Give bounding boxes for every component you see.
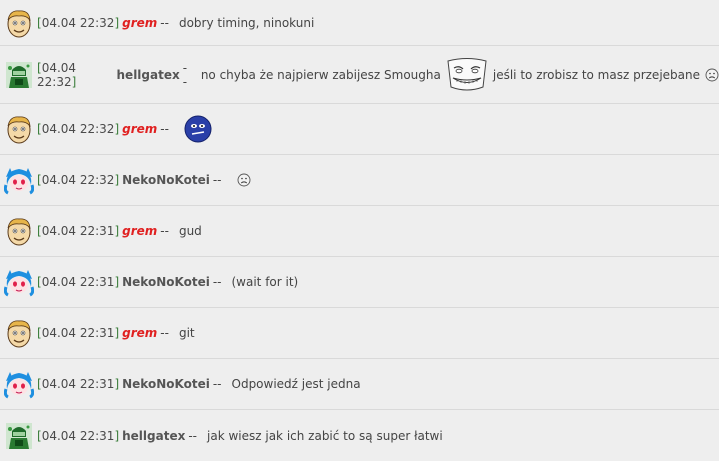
separator: -- <box>212 275 222 289</box>
separator: -- <box>212 173 222 187</box>
timestamp: [04.04 22:31] <box>37 275 120 289</box>
chat-message: [04.04 22:32] grem -- dobry timing, nino… <box>0 0 719 46</box>
avatar[interactable] <box>4 216 34 246</box>
avatar[interactable] <box>4 267 34 297</box>
username[interactable]: NekoNoKotei <box>122 275 210 289</box>
timestamp: [04.04 22:31] <box>37 377 120 391</box>
message-text: no chyba że najpierw zabijesz Smougha je… <box>201 57 719 93</box>
timestamp: [04.04 22:32] <box>37 122 120 136</box>
sad-face-icon <box>237 173 251 187</box>
timestamp: [04.04 22:31] <box>37 428 120 443</box>
avatar[interactable] <box>4 421 34 451</box>
avatar[interactable] <box>4 60 34 90</box>
separator: -- <box>160 224 169 238</box>
username[interactable]: grem <box>122 16 157 30</box>
username[interactable]: hellgatex <box>122 429 185 443</box>
blue-ball-emoticon-icon <box>183 114 213 144</box>
chat-message: [04.04 22:32] grem -- <box>0 104 719 155</box>
chat-message: [04.04 22:31] grem -- gud <box>0 206 719 257</box>
sad-face-icon <box>705 68 719 82</box>
message-text: Odpowiedź jest jedna <box>231 377 361 391</box>
troll-face-icon <box>445 57 489 93</box>
avatar[interactable] <box>4 8 34 38</box>
chat-message: [04.04 22:31] grem -- git <box>0 308 719 359</box>
chat-message: [04.04 22:32] hellgatex -- no chyba że n… <box>0 46 719 104</box>
chat-log: [04.04 22:32] grem -- dobry timing, nino… <box>0 0 719 461</box>
username[interactable]: grem <box>122 224 157 238</box>
separator: -- <box>188 428 198 443</box>
message-text: jak wiesz jak ich zabić to są super łatw… <box>207 428 443 443</box>
separator: -- <box>212 377 222 391</box>
timestamp: [04.04 22:31] <box>37 224 120 238</box>
avatar[interactable] <box>4 369 34 399</box>
message-text: git <box>178 326 195 340</box>
message-text: dobry timing, ninokuni <box>178 15 315 30</box>
message-text <box>232 173 251 187</box>
message-text <box>179 114 213 144</box>
username[interactable]: grem <box>122 122 157 136</box>
chat-message: [04.04 22:32] NekoNoKotei -- <box>0 155 719 206</box>
chat-message: [04.04 22:31] hellgatex -- jak wiesz jak… <box>0 410 719 461</box>
timestamp: [04.04 22:31] <box>37 326 120 340</box>
timestamp: [04.04 22:32] <box>37 60 77 89</box>
separator: -- <box>160 15 169 30</box>
username[interactable]: hellgatex <box>117 68 180 82</box>
message-text: gud <box>178 224 202 238</box>
username[interactable]: NekoNoKotei <box>122 173 210 187</box>
message-text: (wait for it) <box>231 275 299 289</box>
username[interactable]: NekoNoKotei <box>122 377 210 391</box>
timestamp: [04.04 22:32] <box>37 173 120 187</box>
separator: -- <box>160 122 169 136</box>
avatar[interactable] <box>4 114 34 144</box>
separator: -- <box>160 326 169 340</box>
timestamp: [04.04 22:32] <box>37 15 120 30</box>
avatar[interactable] <box>4 165 34 195</box>
username[interactable]: grem <box>122 326 157 340</box>
avatar[interactable] <box>4 318 34 348</box>
chat-message: [04.04 22:31] NekoNoKotei -- Odpowiedź j… <box>0 359 719 410</box>
chat-message: [04.04 22:31] NekoNoKotei -- (wait for i… <box>0 257 719 308</box>
separator: -- <box>182 60 188 89</box>
